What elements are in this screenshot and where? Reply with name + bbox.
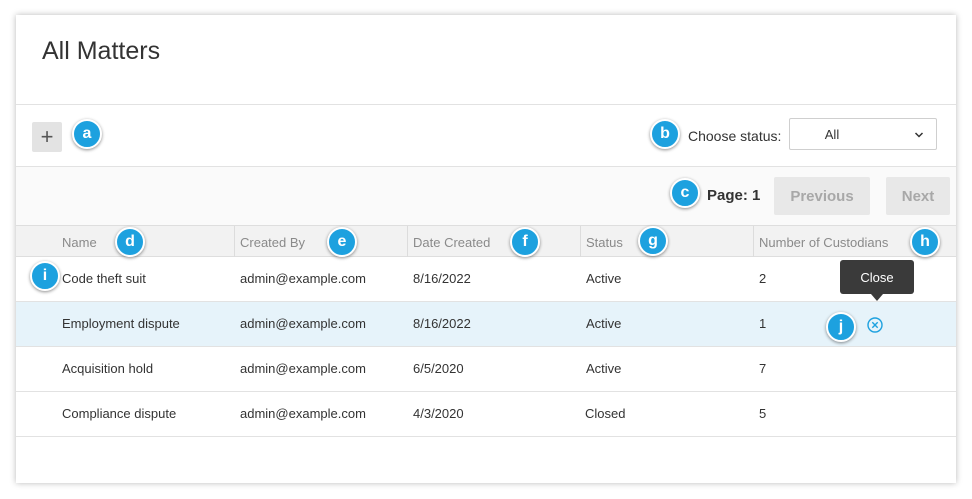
table-row-selected[interactable]: Employment dispute admin@example.com 8/1…	[16, 302, 956, 347]
callout-badge-d: d	[115, 227, 145, 257]
column-separator	[234, 226, 235, 257]
column-separator	[580, 226, 581, 257]
callout-badge-e: e	[327, 227, 357, 257]
callout-badge-h: h	[910, 227, 940, 257]
page-title: All Matters	[42, 37, 161, 65]
cell-created-by: admin@example.com	[240, 316, 366, 331]
cell-status: Active	[586, 361, 622, 376]
callout-badge-c: c	[670, 178, 700, 208]
table-row[interactable]: Compliance dispute admin@example.com 4/3…	[16, 392, 956, 437]
column-header-date-created[interactable]: Date Created	[413, 235, 490, 250]
next-button[interactable]: Next	[886, 177, 950, 215]
divider	[16, 104, 956, 105]
column-header-custodians[interactable]: Number of Custodians	[759, 235, 888, 250]
table-row[interactable]: Code theft suit admin@example.com 8/16/2…	[16, 257, 956, 302]
status-filter-label: Choose status:	[688, 128, 782, 144]
previous-button[interactable]: Previous	[774, 177, 870, 215]
callout-badge-j: j	[826, 312, 856, 342]
column-separator	[753, 226, 754, 257]
cell-created-by: admin@example.com	[240, 406, 366, 421]
cell-status: Active	[586, 316, 622, 331]
cell-created-by: admin@example.com	[240, 361, 366, 376]
cell-custodians: 2	[759, 271, 767, 286]
cell-name[interactable]: Acquisition hold	[62, 361, 153, 376]
callout-badge-b: b	[650, 119, 680, 149]
cell-date-created: 6/5/2020	[413, 361, 464, 376]
column-header-created-by[interactable]: Created By	[240, 235, 305, 250]
cell-custodians: 1	[759, 316, 767, 331]
page-indicator: Page: 1	[707, 187, 761, 204]
cell-date-created: 8/16/2022	[413, 271, 471, 286]
column-separator	[407, 226, 408, 257]
callout-badge-a: a	[72, 119, 102, 149]
table-row[interactable]: Acquisition hold admin@example.com 6/5/2…	[16, 347, 956, 392]
matters-panel: All Matters + Choose status: All Page: 1…	[16, 15, 956, 483]
add-matter-button[interactable]: +	[32, 122, 62, 152]
callout-badge-f: f	[510, 227, 540, 257]
cell-name[interactable]: Employment dispute	[62, 316, 180, 331]
callout-badge-g: g	[638, 226, 668, 256]
tooltip-text: Close	[860, 269, 894, 285]
cell-date-created: 4/3/2020	[413, 406, 464, 421]
cell-status: Closed	[585, 406, 626, 421]
tooltip-arrow	[871, 294, 883, 301]
column-header-status[interactable]: Status	[586, 235, 623, 250]
close-tooltip: Close	[840, 260, 914, 301]
cell-status: Active	[586, 271, 622, 286]
cell-name[interactable]: Code theft suit	[62, 271, 146, 286]
cell-created-by: admin@example.com	[240, 271, 366, 286]
cell-name[interactable]: Compliance dispute	[62, 406, 176, 421]
cell-date-created: 8/16/2022	[413, 316, 471, 331]
chevron-down-icon	[914, 132, 924, 138]
column-header-name[interactable]: Name	[62, 235, 97, 250]
table-header: Name Created By Date Created Status Numb…	[16, 225, 956, 257]
callout-badge-i: i	[30, 261, 60, 291]
cell-custodians: 7	[759, 361, 767, 376]
status-select-value: All	[824, 127, 840, 142]
close-circle-icon[interactable]	[867, 317, 883, 333]
status-select[interactable]: All	[789, 118, 937, 150]
cell-custodians: 5	[759, 406, 767, 421]
